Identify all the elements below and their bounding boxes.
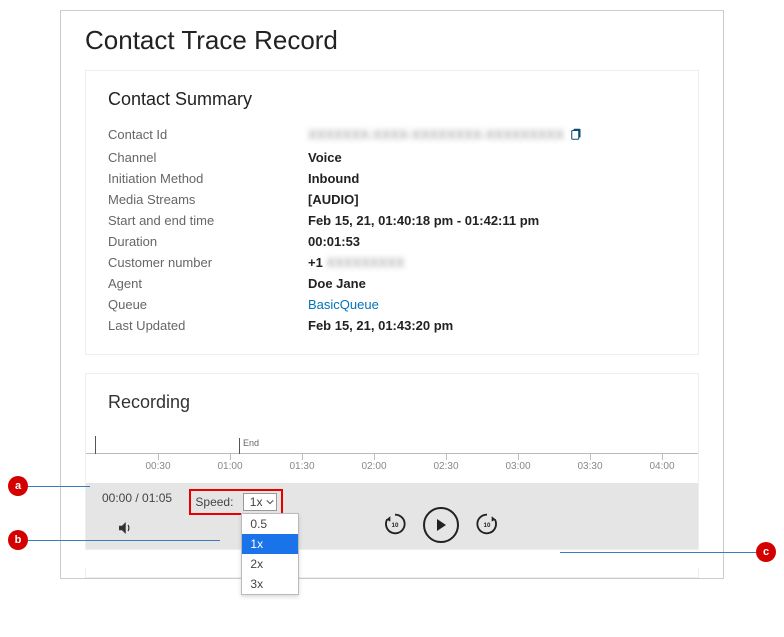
forward-10-button[interactable]: 10	[473, 510, 501, 541]
timeline-tick-label: 01:30	[289, 461, 314, 472]
summary-row: Customer number+1 XXXXXXXXX	[108, 252, 676, 273]
callout-b: b	[8, 530, 28, 550]
contact-summary-card: Contact Summary Contact IdXXXXXXX-XXXX-X…	[85, 70, 699, 355]
speed-option[interactable]: 1x	[242, 534, 298, 554]
callout-b-line	[28, 540, 220, 541]
timeline-tick	[662, 454, 663, 460]
recording-timeline[interactable]: End 00:3001:0001:3002:0002:3003:0003:300…	[86, 453, 698, 483]
timeline-tick-label: 03:00	[505, 461, 530, 472]
timeline-tick-label: 02:00	[361, 461, 386, 472]
summary-label: Last Updated	[108, 318, 308, 333]
copy-icon[interactable]	[570, 127, 584, 144]
summary-row: Start and end timeFeb 15, 21, 01:40:18 p…	[108, 210, 676, 231]
play-controls: 10 10	[381, 507, 501, 543]
summary-value: XXXXXXX-XXXX-XXXXXXXX-XXXXXXXXX	[308, 127, 584, 144]
summary-value: Feb 15, 21, 01:40:18 pm - 01:42:11 pm	[308, 213, 539, 228]
rewind-10-button[interactable]: 10	[381, 510, 409, 541]
summary-row: Initiation MethodInbound	[108, 168, 676, 189]
summary-row: Media Streams[AUDIO]	[108, 189, 676, 210]
speed-selected-value: 1x	[250, 495, 263, 509]
end-marker: End	[239, 438, 259, 454]
speed-dropdown: 0.51x2x3x	[241, 513, 299, 595]
summary-label: Contact Id	[108, 127, 308, 144]
speed-option[interactable]: 0.5	[242, 514, 298, 534]
speed-option[interactable]: 3x	[242, 574, 298, 594]
summary-value: Voice	[308, 150, 342, 165]
play-button[interactable]	[423, 507, 459, 543]
summary-label: Duration	[108, 234, 308, 249]
summary-row: QueueBasicQueue	[108, 294, 676, 315]
timeline-tick-label: 04:00	[649, 461, 674, 472]
timeline-tick-label: 03:30	[577, 461, 602, 472]
time-readout: 00:00 / 01:05	[96, 489, 178, 507]
timeline-tick-label: 02:30	[433, 461, 458, 472]
summary-label: Channel	[108, 150, 308, 165]
svg-text:10: 10	[391, 522, 398, 529]
summary-value: +1 XXXXXXXXX	[308, 255, 404, 270]
summary-value: 00:01:53	[308, 234, 360, 249]
timeline-tick-label: 01:00	[217, 461, 242, 472]
playhead-marker[interactable]	[95, 436, 96, 454]
recording-title: Recording	[108, 392, 698, 413]
speed-select[interactable]: 1x	[243, 493, 278, 511]
summary-value: Feb 15, 21, 01:43:20 pm	[308, 318, 453, 333]
summary-row: Duration00:01:53	[108, 231, 676, 252]
speed-option[interactable]: 2x	[242, 554, 298, 574]
timeline-tick	[590, 454, 591, 460]
callout-c: c	[756, 542, 776, 562]
chevron-down-icon	[266, 495, 274, 509]
page-title: Contact Trace Record	[61, 11, 723, 70]
timeline-tick	[374, 454, 375, 460]
summary-label: Customer number	[108, 255, 308, 270]
summary-value: Doe Jane	[308, 276, 366, 291]
volume-icon[interactable]	[116, 519, 134, 540]
callout-a-line	[28, 486, 90, 487]
timeline-tick	[446, 454, 447, 460]
timeline-tick	[302, 454, 303, 460]
svg-text:10: 10	[483, 522, 490, 529]
summary-label: Queue	[108, 297, 308, 312]
callout-a: a	[8, 476, 28, 496]
summary-value: Inbound	[308, 171, 359, 186]
summary-row: Contact IdXXXXXXX-XXXX-XXXXXXXX-XXXXXXXX…	[108, 124, 676, 147]
speed-control: Speed: 1x 0.51x2x3x	[189, 489, 283, 515]
main-panel: Contact Trace Record Contact Summary Con…	[60, 10, 724, 579]
contact-summary-title: Contact Summary	[108, 89, 676, 110]
callout-c-line	[560, 552, 756, 553]
summary-row: Last UpdatedFeb 15, 21, 01:43:20 pm	[108, 315, 676, 336]
timeline-tick	[518, 454, 519, 460]
summary-row: ChannelVoice	[108, 147, 676, 168]
speed-label: Speed:	[195, 495, 233, 509]
summary-value[interactable]: BasicQueue	[308, 297, 379, 312]
summary-value: [AUDIO]	[308, 192, 359, 207]
summary-label: Media Streams	[108, 192, 308, 207]
summary-label: Agent	[108, 276, 308, 291]
summary-label: Start and end time	[108, 213, 308, 228]
timeline-tick	[158, 454, 159, 460]
recording-card: Recording End 00:30 01:00 01:30 02:00 02:30 0…	[85, 373, 699, 550]
summary-label: Initiation Method	[108, 171, 308, 186]
timeline-tick-label: 00:30	[145, 461, 170, 472]
summary-row: AgentDoe Jane	[108, 273, 676, 294]
timeline-tick	[230, 454, 231, 460]
